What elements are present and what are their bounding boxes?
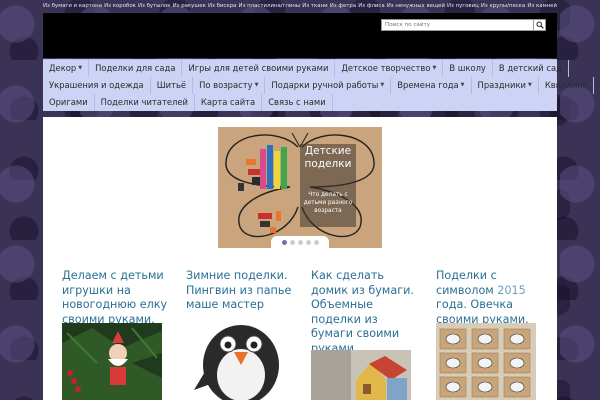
post-title-text: года. Овечка своими руками. — [436, 298, 529, 326]
nav-row-1: Декор ▼ Поделки для сада Игры для детей сво… — [43, 60, 569, 77]
nav-item-label: Украшения и одежда — [49, 80, 144, 90]
nav-item[interactable]: Праздники ▼ — [472, 77, 539, 94]
slider-dot[interactable] — [289, 239, 295, 245]
nav-item[interactable]: Времена года ▼ — [391, 77, 472, 94]
nav-item-label: Игры для детей своими руками — [188, 63, 329, 73]
santa-ornament-image — [62, 323, 162, 400]
chevron-down-icon: ▼ — [460, 82, 465, 88]
nav-item-label: Шитьё — [156, 80, 187, 90]
nav-item-label: По возрасту — [199, 80, 253, 90]
nav-item-label: Праздники — [477, 80, 526, 90]
top-category-link[interactable]: Из камней — [527, 3, 557, 9]
nav-item-label: Оригами — [49, 97, 88, 107]
post-title[interactable]: Поделки с символом 2015 года. Овечка сво… — [436, 269, 544, 327]
top-category-link[interactable]: Из бисера — [208, 3, 236, 9]
slider-dot[interactable] — [297, 239, 303, 245]
nav-item[interactable]: Поделки для сада — [89, 60, 183, 77]
search-button[interactable] — [534, 19, 546, 31]
nav-item[interactable]: Карта сайта — [195, 94, 263, 111]
top-category-bar: Из бумаги и картона Из коробок Из бутылок И… — [43, 0, 557, 12]
nav-item[interactable]: Подарки ручной работы ▼ — [265, 77, 392, 94]
nav-item-label: В школу — [449, 63, 486, 73]
chevron-down-icon: ▼ — [527, 82, 532, 88]
nav-item[interactable]: В школу — [443, 60, 493, 77]
nav-item-label: Поделки для сада — [95, 63, 176, 73]
post-thumbnail[interactable] — [311, 350, 411, 400]
nav-item[interactable]: В детский сад — [493, 60, 569, 77]
top-category-link[interactable]: Из флиса — [358, 3, 384, 9]
nav-item[interactable]: Связь с нами — [262, 94, 333, 111]
nav-item-label: Связь с нами — [268, 97, 326, 107]
nav-item-label: Подарки ручной работы — [271, 80, 379, 90]
search-icon — [536, 21, 544, 29]
nav-item[interactable]: Оригами — [43, 94, 95, 111]
top-category-link[interactable]: Из крупы/песка — [481, 3, 525, 9]
nav-item-label: В детский сад — [498, 63, 562, 73]
nav-item-label: Декор — [49, 63, 77, 73]
search-input[interactable] — [381, 19, 534, 31]
nav-item[interactable]: Поделки читателей — [95, 94, 195, 111]
nav-row-3: Оригами Поделки читателей Карта сайта Связь… — [43, 94, 557, 111]
nav-item[interactable]: Шитьё — [151, 77, 194, 94]
chevron-down-icon: ▼ — [78, 65, 83, 71]
top-category-link[interactable]: Из фетра — [330, 3, 356, 9]
post-card: Как сделать домик из бумаги. Объемные по… — [311, 269, 419, 357]
nav-item-label: Квиллинг — [544, 80, 588, 90]
post-thumbnail[interactable] — [186, 310, 286, 400]
nav-item[interactable]: Декор ▼ — [43, 60, 90, 77]
slider-dot[interactable] — [313, 239, 319, 245]
slider-dot[interactable] — [305, 239, 311, 245]
nav-item-label: Карта сайта — [200, 97, 256, 107]
slider-pagination — [271, 236, 329, 248]
search-form — [381, 19, 546, 31]
top-category-link[interactable]: Из ненужных вещей — [387, 3, 445, 9]
post-card: Поделки с символом 2015 года. Овечка сво… — [436, 269, 544, 327]
featured-slider[interactable]: Детские поделки Что делать с детьми разн… — [218, 127, 382, 248]
slider-dot[interactable] — [281, 239, 287, 245]
nav-item-label: Времена года — [397, 80, 459, 90]
site-header — [43, 13, 557, 58]
post-thumbnail[interactable] — [436, 323, 536, 400]
main-content: Детские поделки Что делать с детьми разн… — [43, 117, 557, 400]
top-category-link[interactable]: Из бутылок — [138, 3, 171, 9]
main-navigation: Декор ▼ Поделки для сада Игры для детей сво… — [43, 59, 595, 111]
post-thumbnail[interactable] — [62, 323, 162, 400]
sheep-crafts-image — [436, 323, 536, 400]
paper-mache-penguin-image — [186, 310, 286, 400]
post-title-year: 2015 — [497, 283, 526, 297]
post-card: Делаем с детьми игрушки на новогоднюю ел… — [62, 269, 170, 327]
chevron-down-icon: ▼ — [254, 82, 259, 88]
slide-title[interactable]: Детские поделки — [302, 145, 354, 171]
post-title[interactable]: Делаем с детьми игрушки на новогоднюю ел… — [62, 269, 170, 327]
nav-item-label: Детское творчество — [341, 63, 431, 73]
nav-item-label: Поделки читателей — [100, 97, 188, 107]
post-title[interactable]: Как сделать домик из бумаги. Объемные по… — [311, 269, 419, 357]
nav-row-2: Украшения и одежда Шитьё По возрасту ▼ Подар… — [43, 77, 595, 94]
top-category-link[interactable]: Из ракушек — [173, 3, 206, 9]
paper-house-image — [311, 350, 411, 400]
top-category-link[interactable]: Из пуговиц — [447, 3, 479, 9]
top-category-link[interactable]: Из ткани — [302, 3, 327, 9]
nav-item[interactable]: Детское творчество ▼ — [335, 60, 444, 77]
top-category-link[interactable]: Из пластилина/глины — [239, 3, 301, 9]
top-category-link[interactable]: Из бумаги и картона — [43, 3, 102, 9]
chevron-down-icon: ▼ — [432, 65, 437, 71]
post-title-text: Поделки с символом — [436, 269, 498, 297]
top-category-link[interactable]: Из коробок — [104, 3, 136, 9]
chevron-down-icon: ▼ — [380, 82, 385, 88]
nav-item[interactable]: Квиллинг — [539, 77, 595, 94]
nav-item[interactable]: По возрасту ▼ — [193, 77, 266, 94]
nav-item[interactable]: Игры для детей своими руками — [182, 60, 336, 77]
nav-item[interactable]: Украшения и одежда — [43, 77, 151, 94]
slide-description: Что делать с детьми разного возраста — [303, 192, 353, 214]
